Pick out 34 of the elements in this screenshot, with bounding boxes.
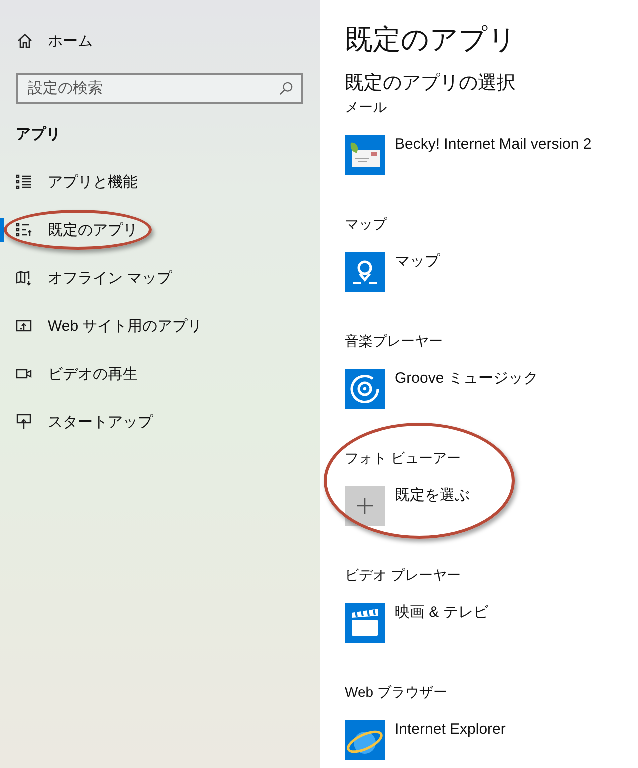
- home-link[interactable]: ホーム: [0, 26, 320, 56]
- app-picker[interactable]: マップ: [345, 252, 638, 292]
- nav-item[interactable]: Web サイト用のアプリ: [0, 302, 320, 350]
- envelope-icon: [345, 135, 385, 175]
- nav-item[interactable]: オフライン マップ: [0, 254, 320, 302]
- app-picker[interactable]: 既定を選ぶ: [345, 486, 638, 526]
- browser-icon: [345, 720, 385, 760]
- search-field[interactable]: 設定の検索: [16, 73, 303, 104]
- section-title: 既定のアプリの選択: [345, 72, 517, 96]
- search-icon: [279, 81, 294, 96]
- app-picker[interactable]: Groove ミュージック: [345, 369, 638, 409]
- clapperboard-icon: [345, 603, 385, 643]
- monitor-arrow-icon: [16, 414, 32, 430]
- map-icon: [16, 270, 32, 286]
- home-icon: [17, 33, 33, 49]
- category-label: Web ブラウザー: [345, 683, 448, 701]
- page-title: 既定のアプリ: [345, 23, 518, 57]
- list-arrow-icon: [16, 222, 32, 238]
- category-label: ビデオ プレーヤー: [345, 566, 462, 584]
- section-heading: アプリ: [16, 125, 62, 145]
- app-picker[interactable]: 映画 & テレビ: [345, 603, 638, 643]
- plus-icon: [345, 486, 385, 526]
- app-picker[interactable]: Becky! Internet Mail version 2: [345, 135, 638, 175]
- list-icon: [16, 174, 32, 190]
- category-label: 音楽プレーヤー: [345, 332, 444, 350]
- nav-item[interactable]: ビデオの再生: [0, 350, 320, 398]
- nav-item[interactable]: アプリと機能: [0, 158, 320, 206]
- app-picker[interactable]: Internet Explorer: [345, 720, 638, 760]
- nav-item[interactable]: スタートアップ: [0, 398, 320, 446]
- category-label: メール: [345, 98, 388, 116]
- map-pin-icon: [345, 252, 385, 292]
- nav-item[interactable]: 既定のアプリ: [0, 206, 320, 254]
- category-label: マップ: [345, 215, 388, 233]
- category-label: フォト ビューアー: [345, 449, 462, 467]
